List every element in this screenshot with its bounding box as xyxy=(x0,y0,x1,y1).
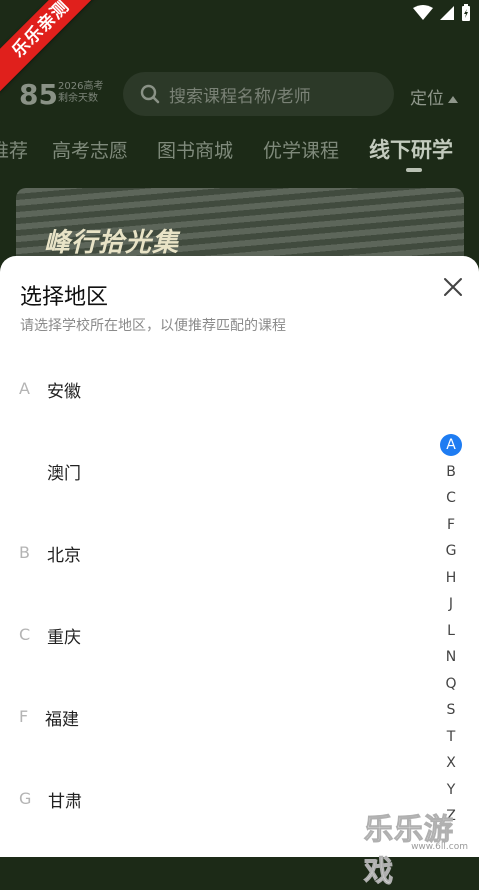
site-watermark: 乐乐游戏 www.6ll.com xyxy=(364,806,478,889)
region-item-anhui[interactable]: A 安徽 xyxy=(0,371,420,411)
index-letter-F[interactable]: F xyxy=(438,514,464,536)
exam-days-label: 2026高考 剩余天数 xyxy=(58,81,104,104)
tab-offline-study[interactable]: 线下研学 xyxy=(369,134,453,164)
region-name: 福建 xyxy=(45,710,79,730)
battery-icon xyxy=(462,4,470,21)
index-letter-Q[interactable]: Q xyxy=(438,673,464,695)
region-item-gansu[interactable]: G 甘肃 xyxy=(0,781,420,821)
region-group-letter: B xyxy=(19,543,30,562)
signal-icon xyxy=(440,6,454,20)
index-letter-L[interactable]: L xyxy=(438,620,464,642)
index-letter-H[interactable]: H xyxy=(438,567,464,589)
region-group-letter: G xyxy=(19,789,32,808)
exam-days-count: 85 xyxy=(19,78,58,111)
index-letter-B[interactable]: B xyxy=(438,461,464,483)
index-letter-C[interactable]: C xyxy=(438,487,464,509)
locate-label: 定位 xyxy=(410,89,444,109)
region-item-beijing[interactable]: B 北京 xyxy=(0,535,420,575)
region-item-fujian[interactable]: F 福建 xyxy=(0,699,420,739)
region-group-letter: C xyxy=(19,625,31,644)
search-input[interactable]: 搜索课程名称/老师 xyxy=(123,72,394,116)
region-picker-sheet: 选择地区 请选择学校所在地区，以便推荐匹配的课程 A 安徽 澳门 B 北京 C … xyxy=(0,256,479,857)
index-letter-X[interactable]: X xyxy=(438,752,464,774)
watermark-url: www.6ll.com xyxy=(411,842,468,852)
search-icon xyxy=(140,84,160,104)
wifi-icon xyxy=(413,5,433,20)
index-letter-J[interactable]: J xyxy=(438,593,464,615)
caret-up-icon xyxy=(448,95,458,103)
tab-recommend[interactable]: 推荐 xyxy=(0,136,28,163)
tab-indicator xyxy=(406,168,422,172)
tab-courses[interactable]: 优学课程 xyxy=(263,136,339,163)
region-item-macau[interactable]: 澳门 xyxy=(0,453,420,493)
search-placeholder: 搜索课程名称/老师 xyxy=(169,86,311,107)
index-letter-Y[interactable]: Y xyxy=(438,779,464,801)
sheet-title: 选择地区 xyxy=(20,285,109,310)
category-tabs: 推荐 高考志愿 图书商城 优学课程 线下研学 xyxy=(0,136,479,176)
index-letter-G[interactable]: G xyxy=(438,540,464,562)
tab-gaokao-volunteer[interactable]: 高考志愿 xyxy=(52,136,128,163)
index-letter-T[interactable]: T xyxy=(438,726,464,748)
index-letter-S[interactable]: S xyxy=(438,699,464,721)
sheet-subtitle: 请选择学校所在地区，以便推荐匹配的课程 xyxy=(20,318,286,334)
region-name: 澳门 xyxy=(47,464,81,484)
region-group-letter: F xyxy=(19,707,29,726)
region-item-chongqing[interactable]: C 重庆 xyxy=(0,617,420,657)
tab-book-mall[interactable]: 图书商城 xyxy=(157,136,233,163)
index-letter-N[interactable]: N xyxy=(438,646,464,668)
region-name: 北京 xyxy=(47,546,81,566)
region-name: 重庆 xyxy=(47,628,81,648)
region-group-letter: A xyxy=(19,379,30,398)
region-name: 安徽 xyxy=(47,382,81,402)
banner-title: 峰行拾光集 xyxy=(44,228,180,258)
close-icon[interactable] xyxy=(441,275,465,299)
locate-button[interactable]: 定位 xyxy=(410,84,458,109)
region-name: 甘肃 xyxy=(48,792,82,812)
header: 85 2026高考 剩余天数 搜索课程名称/老师 定位 xyxy=(0,72,479,118)
index-letter-A[interactable]: A xyxy=(440,434,462,456)
